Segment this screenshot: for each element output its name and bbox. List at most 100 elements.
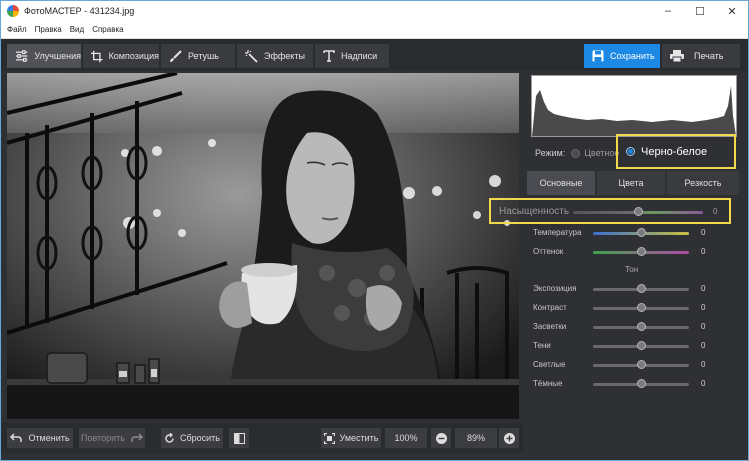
tint-value: 0: [701, 247, 706, 256]
zoom-in-button[interactable]: [499, 428, 519, 448]
tab-effects[interactable]: Эффекты: [237, 44, 313, 68]
zoom-100-button[interactable]: 100%: [385, 428, 427, 448]
darks-slider[interactable]: Тёмные 0: [533, 378, 733, 392]
print-label: Печать: [694, 51, 724, 61]
photo-canvas[interactable]: [7, 73, 519, 419]
lights-value: 0: [701, 360, 706, 369]
bw-mode-highlight[interactable]: Черно-белое: [616, 134, 736, 169]
shadows-label: Тени: [533, 341, 551, 350]
window-title: ФотоМАСТЕР - 431234.jpg: [24, 6, 135, 16]
exposure-value: 0: [701, 284, 706, 293]
tab-effects-label: Эффекты: [264, 51, 305, 61]
menu-help[interactable]: Справка: [92, 25, 123, 34]
histogram-graph: [532, 86, 736, 136]
exposure-slider[interactable]: Экспозиция 0: [533, 283, 733, 297]
reset-icon: [165, 432, 174, 443]
brush-icon: [170, 49, 182, 62]
tab-colors[interactable]: Цвета: [597, 171, 665, 195]
exposure-label: Экспозиция: [533, 284, 577, 293]
zoom-out-button[interactable]: [431, 428, 451, 448]
compare-button[interactable]: [229, 428, 249, 448]
fit-screen-icon: [323, 432, 335, 444]
darks-value: 0: [701, 379, 706, 388]
menu-file[interactable]: Файл: [7, 25, 27, 34]
magic-wand-icon: [245, 49, 258, 63]
temperature-value: 0: [701, 228, 706, 237]
mode-color-label[interactable]: Цветное: [584, 148, 619, 158]
contrast-value: 0: [701, 303, 706, 312]
tab-captions-label: Надписи: [341, 51, 378, 61]
tint-knob[interactable]: [637, 247, 646, 256]
tint-label: Оттенок: [533, 247, 564, 256]
tab-sharpness[interactable]: Резкость: [667, 171, 739, 195]
title-bar: ФотоМАСТЕР - 431234.jpg – ☐ ✕: [1, 1, 748, 21]
adjustments-panel: Режим: Цветное Черно-белое Основные Цвет…: [489, 73, 741, 453]
save-label: Сохранить: [610, 51, 655, 61]
tab-enhancements[interactable]: Улучшения: [7, 44, 81, 68]
minimize-button[interactable]: –: [652, 1, 684, 21]
mode-label: Режим:: [535, 148, 566, 158]
temperature-label: Температура: [533, 228, 582, 237]
mode-bw-radio[interactable]: [626, 147, 635, 156]
shadows-knob[interactable]: [637, 341, 646, 350]
saturation-value: 0: [713, 207, 718, 216]
menu-bar: Файл Правка Вид Справка: [1, 21, 748, 39]
mode-bw-label: Черно-белое: [641, 145, 708, 158]
redo-icon: [131, 433, 143, 442]
saturation-knob[interactable]: [634, 207, 643, 216]
darks-knob[interactable]: [637, 379, 646, 388]
shadows-slider[interactable]: Тени 0: [533, 340, 733, 354]
saturation-slider[interactable]: 0: [533, 206, 733, 220]
highlights-slider[interactable]: Засветки 0: [533, 321, 733, 335]
exposure-knob[interactable]: [637, 284, 646, 293]
menu-view[interactable]: Вид: [70, 25, 84, 34]
app-logo-icon: [7, 5, 19, 17]
tab-retouch[interactable]: Ретушь: [161, 44, 235, 68]
save-button[interactable]: Сохранить: [584, 44, 660, 68]
fit-label: Уместить: [339, 433, 379, 443]
contrast-knob[interactable]: [637, 303, 646, 312]
tone-section-label: Тон: [625, 265, 639, 274]
app-window: ФотоМАСТЕР - 431234.jpg – ☐ ✕ Файл Правк…: [0, 0, 749, 461]
lights-knob[interactable]: [637, 360, 646, 369]
undo-label: Отменить: [28, 433, 70, 443]
print-button[interactable]: Печать: [662, 44, 740, 68]
sliders-icon: [15, 50, 28, 62]
highlights-knob[interactable]: [637, 322, 646, 331]
reset-button[interactable]: Сбросить: [161, 428, 223, 448]
darks-label: Тёмные: [533, 379, 563, 388]
printer-icon: [670, 50, 684, 62]
tab-basic[interactable]: Основные: [527, 171, 595, 195]
mode-color-radio[interactable]: [571, 148, 581, 158]
lights-label: Светлые: [533, 360, 566, 369]
zoom-out-icon: [435, 432, 447, 444]
menu-edit[interactable]: Правка: [35, 25, 62, 34]
tab-retouch-label: Ретушь: [188, 51, 219, 61]
undo-button[interactable]: Отменить: [7, 428, 73, 448]
shadows-value: 0: [701, 341, 706, 350]
highlights-label: Засветки: [533, 322, 567, 331]
bottom-bar: Отменить Повторить Сбросить Уместить 100…: [1, 423, 523, 453]
fit-button[interactable]: Уместить: [321, 428, 381, 448]
close-button[interactable]: ✕: [716, 1, 748, 21]
tab-captions[interactable]: Надписи: [315, 44, 389, 68]
tab-composition[interactable]: Композиция: [83, 44, 159, 68]
text-icon: [323, 50, 335, 62]
redo-label: Повторить: [81, 433, 125, 443]
temperature-slider[interactable]: Температура 0: [533, 227, 733, 241]
tab-enhancements-label: Улучшения: [34, 51, 81, 61]
crop-icon: [91, 50, 103, 62]
maximize-button[interactable]: ☐: [684, 1, 716, 21]
zoom-level: 89%: [455, 428, 497, 448]
tint-slider[interactable]: Оттенок 0: [533, 246, 733, 260]
redo-button[interactable]: Повторить: [79, 428, 145, 448]
lights-slider[interactable]: Светлые 0: [533, 359, 733, 373]
histogram: [531, 75, 737, 137]
photo-image: [7, 73, 519, 419]
contrast-slider[interactable]: Контраст 0: [533, 302, 733, 316]
zoom-100-label: 100%: [394, 433, 418, 443]
zoom-level-value: 89%: [466, 433, 485, 443]
temperature-knob[interactable]: [637, 228, 646, 237]
save-icon: [592, 50, 604, 62]
compare-icon: [233, 432, 245, 444]
